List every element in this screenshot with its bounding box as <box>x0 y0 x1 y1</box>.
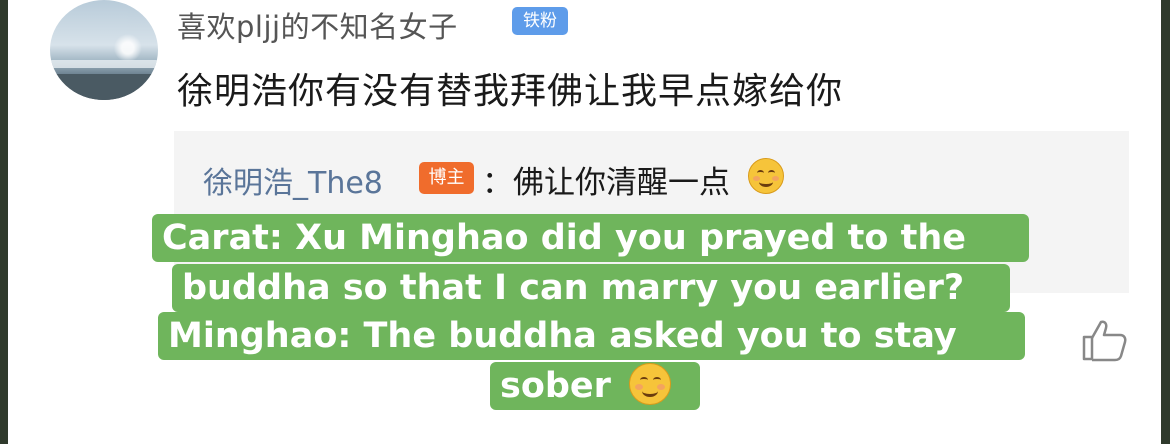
subtitle-line: buddha so that I can marry you earlier? <box>172 264 1010 312</box>
subtitle-line: Minghao: The buddha asked you to stay <box>158 312 1025 360</box>
emoji-eye <box>757 170 764 176</box>
smile-emoji-icon <box>748 158 784 194</box>
emoji-eye <box>653 377 662 383</box>
subtitle-text: sober <box>500 366 611 406</box>
comment-username[interactable]: 喜欢pljj的不知名女子 <box>177 4 458 46</box>
avatar-mountain <box>50 60 158 68</box>
fan-badge: 铁粉 <box>512 7 568 35</box>
thumbs-up-icon[interactable] <box>1080 318 1128 362</box>
smile-emoji-icon <box>629 363 672 405</box>
emoji-mouth <box>642 385 659 397</box>
user-avatar[interactable] <box>50 0 158 100</box>
reply-username[interactable]: 徐明浩_The8 <box>203 158 383 202</box>
emoji-cheek <box>657 384 666 390</box>
reply-text: ：佛让你清醒一点 <box>482 165 730 201</box>
avatar-ground <box>50 74 158 100</box>
emoji-cheek <box>772 176 779 181</box>
emoji-mouth <box>759 177 773 187</box>
subtitle-line-last: sober <box>490 362 700 410</box>
comment-text: 徐明浩你有没有替我拜佛让我早点嫁给你 <box>177 71 844 112</box>
host-badge: 博主 <box>419 162 474 194</box>
emoji-eye <box>640 377 649 383</box>
subtitle-line: Carat: Xu Minghao did you prayed to the <box>152 214 1029 262</box>
